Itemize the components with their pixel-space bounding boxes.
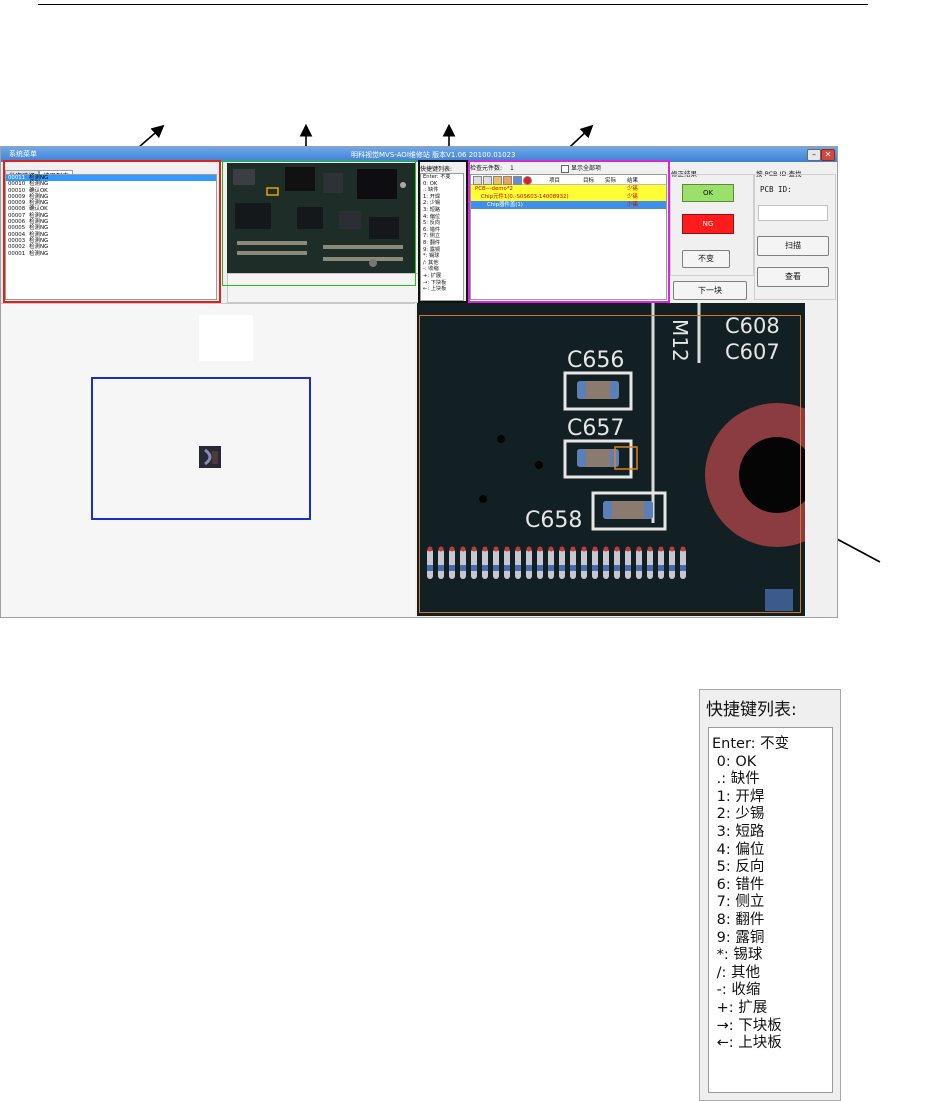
ng-button[interactable]: NG <box>682 214 734 234</box>
shortcut-panel-box: Enter: 不变 0: OK .: 缺件 1: 开焊 2: 少锡 3: 短路 … <box>708 727 833 1093</box>
shortcut-row: 9: 露铜 <box>712 929 765 946</box>
shortcut-row: →: 下块板 <box>712 1017 782 1034</box>
aoi-app-window: 系统菜单 明科视觉MVS-AOI维修站 版本V1.06 20100.01023 … <box>0 146 838 618</box>
unchanged-button[interactable]: 不变 <box>682 250 730 268</box>
shortcut-row: *: 锡球 <box>712 947 763 964</box>
shortcut-row: .: 缺件 <box>712 771 760 788</box>
pcb-id-label: PCB ID: <box>760 185 792 194</box>
shortcut-row: -: 收缩 <box>712 982 761 999</box>
scan-button[interactable]: 扫描 <box>757 236 829 256</box>
shortcut-row: ←: 上块板 <box>712 1035 782 1052</box>
shortcut-row: 3: 短路 <box>712 823 765 840</box>
pcb-zoom-highlight <box>419 315 801 613</box>
shortcut-list-panel: 快捷键列表: Enter: 不变 0: OK .: 缺件 1: 开焊 2: 少锡… <box>699 689 841 1101</box>
shortcut-row: 8: 翻件 <box>712 911 765 928</box>
shortcut-row: Enter: 不变 <box>712 736 790 752</box>
next-board-button[interactable]: 下一块 <box>673 281 747 300</box>
system-menu[interactable]: 系统菜单 <box>9 149 37 159</box>
minimize-icon[interactable]: – <box>807 149 821 161</box>
component-closeup <box>199 446 221 468</box>
ok-button[interactable]: OK <box>682 184 734 202</box>
shortcut-row: /: 其他 <box>712 964 760 981</box>
pcb-thumbnail-highlight <box>222 160 416 286</box>
shortcut-row: +: 扩展 <box>712 999 768 1016</box>
shortcut-row: 4: 偏位 <box>712 841 765 858</box>
view-button[interactable]: 查看 <box>757 267 829 287</box>
shortcut-row: 7: 侧立 <box>712 894 765 911</box>
shortcut-panel-title: 快捷键列表: <box>706 700 797 720</box>
white-preview-box <box>199 315 253 361</box>
shortcut-row: 5: 反向 <box>712 859 765 876</box>
result-list-highlight <box>3 160 221 303</box>
closeup-drawing <box>199 446 221 468</box>
shortcut-list-highlight <box>418 160 468 303</box>
shortcut-row: 6: 错件 <box>712 876 765 893</box>
shortcut-row: 2: 少锡 <box>712 806 765 823</box>
right-margin <box>805 303 837 616</box>
close-icon[interactable]: ✕ <box>821 149 835 161</box>
component-table-highlight <box>468 160 670 303</box>
shortcut-row: 0: OK <box>712 753 757 770</box>
pcb-id-input[interactable] <box>758 205 828 221</box>
shortcut-row: 1: 开焊 <box>712 788 765 805</box>
window-title: 明科视觉MVS-AOI维修站 版本V1.06 20100.01023 <box>351 151 516 159</box>
